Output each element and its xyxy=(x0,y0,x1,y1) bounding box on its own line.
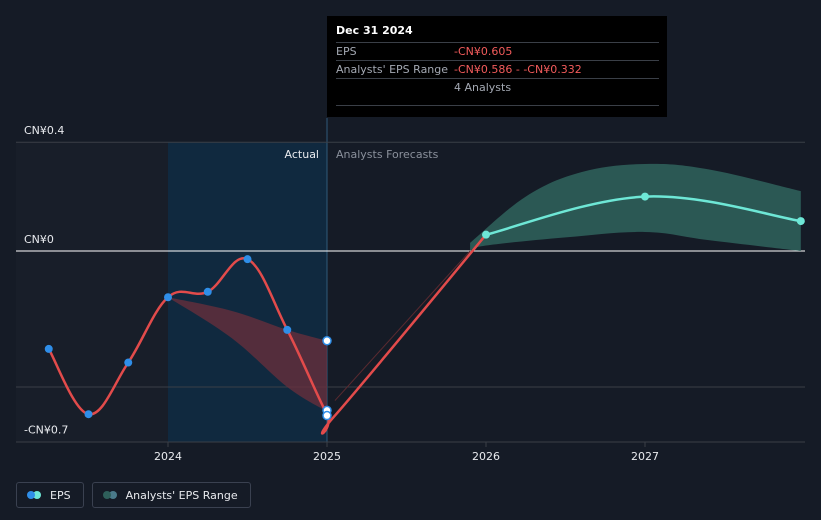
tooltip-key xyxy=(336,79,454,105)
eps-point xyxy=(322,410,332,421)
forecast-label: Analysts Forecasts xyxy=(336,148,439,161)
eps-point xyxy=(124,358,133,367)
forecast-point xyxy=(796,217,805,226)
tooltip-date: Dec 31 2024 xyxy=(336,24,659,43)
legend-range-button[interactable]: Analysts' EPS Range xyxy=(91,482,251,508)
eps-point xyxy=(203,287,212,296)
eps-point xyxy=(44,344,53,353)
x-tick-label: 2025 xyxy=(313,450,341,463)
eps-point xyxy=(322,336,332,346)
tooltip-key: Analysts' EPS Range xyxy=(336,63,449,76)
eps-point xyxy=(243,255,252,264)
tooltip-key: EPS xyxy=(336,45,357,58)
x-tick-label: 2027 xyxy=(631,450,659,463)
legend-range-label: Analysts' EPS Range xyxy=(125,488,238,502)
tooltip-value: 4 Analysts xyxy=(454,81,512,94)
legend: EPS Analysts' EPS Range xyxy=(16,482,251,508)
analyst-range-band xyxy=(470,163,801,251)
legend-eps-label: EPS xyxy=(50,488,71,502)
swatch-dot xyxy=(27,491,35,499)
tooltip-value: -CN¥0.586 - -CN¥0.332 xyxy=(454,63,582,76)
legend-eps-button[interactable]: EPS xyxy=(16,482,84,508)
eps-point xyxy=(283,325,292,334)
tooltip-row-analysts: 4 Analysts xyxy=(336,79,659,106)
eps-point xyxy=(164,293,172,302)
forecast-connector xyxy=(334,250,471,401)
actual-label: Actual xyxy=(285,148,319,161)
legend-range-swatch-icon xyxy=(102,491,119,499)
tooltip-value: -CN¥0.605 xyxy=(454,45,513,58)
legend-eps-swatch-icon xyxy=(27,491,43,499)
swatch-dot xyxy=(102,491,111,499)
forecast-point xyxy=(482,230,490,239)
y-tick-label: CN¥0.4 xyxy=(24,124,64,137)
eps-point xyxy=(84,410,93,419)
tooltip-row-eps: EPS -CN¥0.605 xyxy=(336,43,659,61)
tooltip: Dec 31 2024 EPS -CN¥0.605 Analysts' EPS … xyxy=(327,16,667,117)
x-tick-label: 2024 xyxy=(154,450,182,463)
actual-past-shade xyxy=(16,142,168,442)
y-tick-label: -CN¥0.7 xyxy=(24,423,68,436)
tooltip-row-range: Analysts' EPS Range -CN¥0.586 - -CN¥0.33… xyxy=(336,61,659,79)
y-tick-label: CN¥0 xyxy=(24,233,54,246)
forecast-point xyxy=(641,192,649,201)
x-tick-label: 2026 xyxy=(472,450,500,463)
